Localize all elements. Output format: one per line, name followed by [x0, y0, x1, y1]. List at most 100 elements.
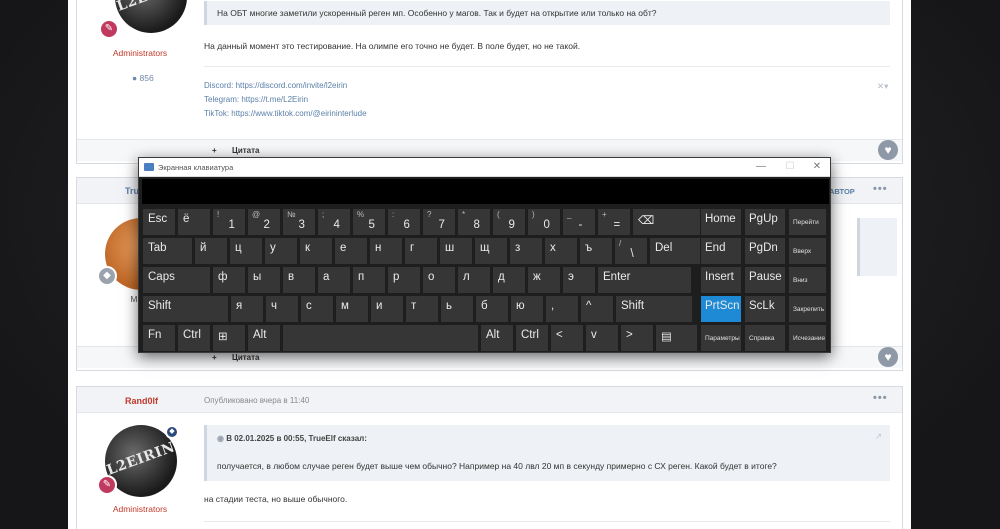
- key-row4-6[interactable]: т: [405, 295, 439, 323]
- key-row5-4[interactable]: [282, 324, 479, 352]
- key-row2-0[interactable]: Tab: [142, 237, 193, 265]
- like-heart-icon[interactable]: ♥: [878, 140, 898, 160]
- nav-key-2-0[interactable]: Insert: [700, 266, 742, 294]
- like-heart-icon[interactable]: ♥: [878, 347, 898, 367]
- key-row5-10[interactable]: ▤: [655, 324, 698, 352]
- key-row5-7[interactable]: <: [550, 324, 584, 352]
- key-row4-1[interactable]: я: [230, 295, 264, 323]
- key-row5-5[interactable]: Alt: [480, 324, 514, 352]
- key-row4-3[interactable]: с: [300, 295, 334, 323]
- key-row3-7[interactable]: о: [422, 266, 456, 294]
- key-row1-10[interactable]: (9: [492, 208, 526, 236]
- post-menu-icon[interactable]: •••: [873, 183, 888, 195]
- key-row4-4[interactable]: м: [335, 295, 369, 323]
- key-row5-1[interactable]: Ctrl: [177, 324, 211, 352]
- key-row3-2[interactable]: ы: [247, 266, 281, 294]
- minimize-button[interactable]: —: [751, 160, 771, 174]
- nav-key-3-2[interactable]: Закрепить: [788, 295, 827, 323]
- close-button[interactable]: ✕: [807, 160, 827, 174]
- key-row5-8[interactable]: v: [585, 324, 619, 352]
- key-row5-2[interactable]: ⊞: [212, 324, 246, 352]
- nav-key-0-2[interactable]: Перейти: [788, 208, 827, 236]
- key-row2-3[interactable]: у: [264, 237, 298, 265]
- key-row3-8[interactable]: л: [457, 266, 491, 294]
- key-row1-2[interactable]: ! 1: [212, 208, 246, 236]
- nav-key-4-1[interactable]: Справка: [744, 324, 786, 352]
- key-row5-6[interactable]: Ctrl: [515, 324, 549, 352]
- key-row3-10[interactable]: ж: [527, 266, 561, 294]
- multiquote-button[interactable]: +: [212, 353, 217, 362]
- key-row1-6[interactable]: % 5: [352, 208, 386, 236]
- key-row1-11[interactable]: ) 0: [527, 208, 561, 236]
- window-titlebar[interactable]: Экранная клавиатура — ☐ ✕: [139, 158, 830, 177]
- key-row3-0[interactable]: Caps: [142, 266, 211, 294]
- signature-tiktok-link[interactable]: TikTok: https://www.tiktok.com/@eirinint…: [204, 109, 367, 118]
- key-row1-14[interactable]: ⌫: [632, 208, 710, 236]
- nav-key-0-1[interactable]: PgUp: [744, 208, 786, 236]
- key-row3-4[interactable]: а: [317, 266, 351, 294]
- key-row3-1[interactable]: ф: [212, 266, 246, 294]
- nav-key-1-1[interactable]: PgDn: [744, 237, 786, 265]
- key-row1-7[interactable]: :6: [387, 208, 421, 236]
- key-row1-1[interactable]: ё: [177, 208, 211, 236]
- nav-key-1-0[interactable]: End: [700, 237, 742, 265]
- key-row2-4[interactable]: к: [299, 237, 333, 265]
- key-row4-11[interactable]: ^: [580, 295, 614, 323]
- quote-expand-icon[interactable]: ↗: [875, 431, 882, 442]
- key-row4-10[interactable]: ,: [545, 295, 579, 323]
- multiquote-button[interactable]: +: [212, 146, 217, 155]
- author-name[interactable]: Tru: [125, 186, 139, 196]
- key-row1-8[interactable]: ? 7: [422, 208, 456, 236]
- close-signature-icon[interactable]: ✕▾: [877, 81, 888, 92]
- key-row1-0[interactable]: Esc: [142, 208, 176, 236]
- key-row4-9[interactable]: ю: [510, 295, 544, 323]
- nav-key-3-0[interactable]: PrtScn: [700, 295, 742, 323]
- key-row4-5[interactable]: и: [370, 295, 404, 323]
- key-row4-0[interactable]: Shift: [142, 295, 229, 323]
- key-row2-6[interactable]: н: [369, 237, 403, 265]
- key-row2-13[interactable]: / \: [614, 237, 648, 265]
- key-row5-9[interactable]: >: [620, 324, 654, 352]
- key-row3-3[interactable]: в: [282, 266, 316, 294]
- nav-key-4-0[interactable]: Параметры: [700, 324, 742, 352]
- key-row1-9[interactable]: * 8: [457, 208, 491, 236]
- key-row2-10[interactable]: з: [509, 237, 543, 265]
- key-row2-9[interactable]: щ: [474, 237, 508, 265]
- key-row1-12[interactable]: _ -: [562, 208, 596, 236]
- key-row1-3[interactable]: @2: [247, 208, 281, 236]
- signature-telegram-link[interactable]: Telegram: https://t.me/L2Eirin: [204, 95, 308, 104]
- post-menu-icon[interactable]: •••: [873, 392, 888, 404]
- key-row3-11[interactable]: э: [562, 266, 596, 294]
- key-row2-1[interactable]: й: [194, 237, 228, 265]
- key-row4-8[interactable]: б: [475, 295, 509, 323]
- key-row5-0[interactable]: Fn: [142, 324, 176, 352]
- nav-key-4-2[interactable]: Исчезание: [788, 324, 827, 352]
- key-row2-5[interactable]: е: [334, 237, 368, 265]
- key-row3-6[interactable]: р: [387, 266, 421, 294]
- key-row1-13[interactable]: + =: [597, 208, 631, 236]
- key-row3-12[interactable]: Enter: [597, 266, 692, 294]
- nav-key-2-1[interactable]: Pause: [744, 266, 786, 294]
- key-row2-7[interactable]: г: [404, 237, 438, 265]
- key-row2-12[interactable]: ъ: [579, 237, 613, 265]
- key-row5-3[interactable]: Alt: [247, 324, 281, 352]
- key-row3-9[interactable]: д: [492, 266, 526, 294]
- key-row4-2[interactable]: ч: [265, 295, 299, 323]
- key-row3-5[interactable]: п: [352, 266, 386, 294]
- key-row4-7[interactable]: ь: [440, 295, 474, 323]
- maximize-button[interactable]: ☐: [780, 160, 800, 174]
- key-row1-4[interactable]: № 3: [282, 208, 316, 236]
- key-row1-5[interactable]: ; 4: [317, 208, 351, 236]
- quote-button[interactable]: Цитата: [232, 353, 260, 362]
- avatar[interactable]: L2EIRIN: [115, 0, 187, 33]
- author-name[interactable]: Rand0lf: [125, 396, 158, 406]
- key-row2-8[interactable]: ш: [439, 237, 473, 265]
- nav-key-0-0[interactable]: Home: [700, 208, 742, 236]
- nav-key-1-2[interactable]: Вверх: [788, 237, 827, 265]
- nav-key-2-2[interactable]: Вниз: [788, 266, 827, 294]
- quote-button[interactable]: Цитата: [232, 146, 260, 155]
- key-row2-11[interactable]: х: [544, 237, 578, 265]
- key-row4-12[interactable]: Shift: [615, 295, 693, 323]
- signature-discord-link[interactable]: Discord: https://discord.com/invite/l2ei…: [204, 81, 347, 90]
- nav-key-3-1[interactable]: ScLk: [744, 295, 786, 323]
